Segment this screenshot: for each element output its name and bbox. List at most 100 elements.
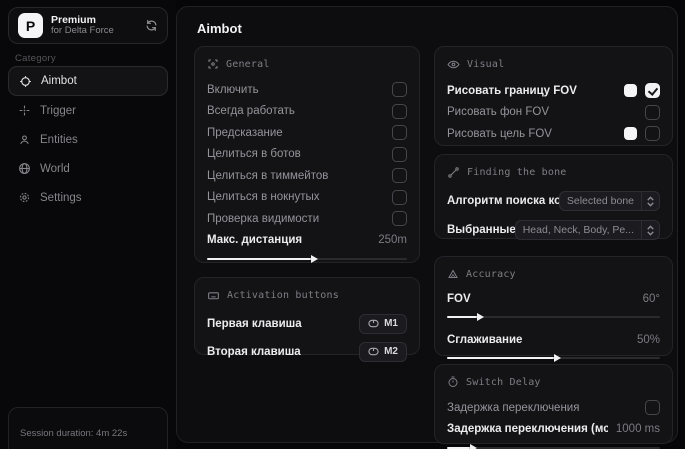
sidebar-item-settings[interactable]: Settings <box>8 183 168 212</box>
checkbox-target-knocked[interactable] <box>392 189 407 205</box>
session-card: Session duration: 4m 22s <box>8 407 168 449</box>
smoothing-slider[interactable] <box>447 353 660 363</box>
sidebar-item-label: Settings <box>40 191 82 204</box>
slider-label: FOV <box>447 293 471 305</box>
stopwatch-icon <box>447 376 459 388</box>
panel-activation-header: Activation buttons <box>207 289 407 302</box>
checkbox-switch-delay[interactable] <box>645 400 660 416</box>
checkbox-prediction[interactable] <box>392 125 407 141</box>
slider-label: Сглаживание <box>447 334 523 346</box>
brand-subtitle: for Delta Force <box>51 25 114 37</box>
select-label: Алгоритм поиска костей <box>447 195 559 207</box>
slider-label: Макс. дистанция <box>207 234 303 247</box>
sidebar-item-entities[interactable]: Entities <box>8 125 168 154</box>
sidebar-item-trigger[interactable]: Trigger <box>8 96 168 125</box>
switch-delay-slider[interactable] <box>447 443 660 449</box>
fov-border-color-swatch[interactable] <box>624 84 637 98</box>
panel-visual-header: Visual <box>447 58 660 71</box>
category-label: Category <box>15 53 56 64</box>
scan-icon <box>207 58 219 70</box>
sidebar-item-label: Entities <box>40 133 78 146</box>
option-label: Проверка видимости <box>207 212 320 225</box>
crosshair-icon <box>19 75 32 88</box>
checkbox-enable[interactable] <box>392 82 407 98</box>
checkbox-visibility-check[interactable] <box>392 211 407 227</box>
panel-general-header: General <box>207 58 407 70</box>
entities-icon <box>18 133 31 146</box>
eye-icon <box>447 58 460 71</box>
chevron-up-down-icon[interactable] <box>642 191 660 211</box>
fov-slider[interactable] <box>447 312 660 322</box>
option-label: Предсказание <box>207 126 283 139</box>
slider-fill[interactable] <box>447 357 554 359</box>
panel-header-label: Activation buttons <box>227 290 339 301</box>
option-label: Включить <box>207 83 259 96</box>
sidebar-nav: Aimbot Trigger Entities World Settings <box>8 66 168 212</box>
trigger-crosshair-icon <box>18 104 31 117</box>
slider-value: 250m <box>378 234 407 247</box>
panel-header-label: Finding the bone <box>467 167 567 178</box>
checkbox-draw-fov-border[interactable] <box>645 83 660 99</box>
select-label: Выбранные кости <box>447 224 515 236</box>
checkbox-draw-fov-target[interactable] <box>645 126 660 142</box>
slider-value: 1000 ms <box>615 423 660 436</box>
panel-accuracy-header: Accuracy <box>447 268 660 280</box>
option-label: Задержка переключения <box>447 401 580 414</box>
fov-target-color-swatch[interactable] <box>624 127 637 141</box>
sidebar-item-aimbot[interactable]: Aimbot <box>8 66 168 96</box>
gear-icon <box>18 191 31 204</box>
app-window: P Premium for Delta Force Category Aimbo… <box>0 0 685 449</box>
sidebar-item-label: Trigger <box>40 104 76 117</box>
sidebar-item-world[interactable]: World <box>8 154 168 183</box>
keyboard-icon <box>207 289 220 302</box>
slider-label: Задержка переключения (мс) <box>447 423 608 436</box>
keybind-button-m2[interactable]: M2 <box>359 341 407 362</box>
sidebar-item-label: Aimbot <box>41 75 77 87</box>
panel-general: General Включить Всегда работать Предска… <box>194 46 420 263</box>
triangle-ruler-icon <box>447 268 459 280</box>
option-label: Рисовать границу FOV <box>447 84 577 97</box>
slider-fill[interactable] <box>207 258 311 260</box>
panel-switch-delay: Switch Delay Задержка переключения Задер… <box>434 364 673 449</box>
checkbox-draw-fov-background[interactable] <box>645 104 660 120</box>
bone-algorithm-select[interactable]: Selected bone <box>558 191 660 211</box>
selected-bones-select[interactable]: Head, Neck, Body, Pe... <box>514 220 660 240</box>
mouse-icon <box>368 319 379 328</box>
slider-value: 60° <box>642 293 660 305</box>
main-content: Aimbot General Включить Всегда работать … <box>176 6 678 449</box>
sidebar-item-label: World <box>40 162 70 175</box>
refresh-icon[interactable] <box>145 19 158 32</box>
panel-activation-buttons: Activation buttons Первая клавиша M1 Вто… <box>194 277 420 362</box>
panel-bone-header: Finding the bone <box>447 166 660 179</box>
option-label: Целиться в тиммейтов <box>207 169 329 182</box>
checkbox-always-work[interactable] <box>392 103 407 119</box>
sidebar: P Premium for Delta Force Category Aimbo… <box>0 0 176 449</box>
chevron-up-down-icon[interactable] <box>642 220 660 240</box>
panel-switch-delay-header: Switch Delay <box>447 376 660 388</box>
premium-logo: P <box>18 13 43 38</box>
keybind-value: M2 <box>384 346 398 357</box>
panel-accuracy: Accuracy FOV 60° Сглаживание 50% <box>434 256 673 359</box>
checkbox-target-bots[interactable] <box>392 146 407 162</box>
keybind-label: Вторая клавиша <box>207 345 301 358</box>
page-title: Aimbot <box>197 21 242 36</box>
panel-visual: Visual Рисовать границу FOV Рисовать фон… <box>434 46 673 146</box>
slider-value: 50% <box>636 334 660 346</box>
keybind-button-m1[interactable]: M1 <box>359 313 407 334</box>
panel-header-label: General <box>226 58 270 70</box>
panel-header-label: Switch Delay <box>466 376 541 388</box>
option-label: Рисовать цель FOV <box>447 127 552 140</box>
panel-header-label: Visual <box>467 59 505 70</box>
slider-fill[interactable] <box>447 316 477 318</box>
option-label: Всегда работать <box>207 105 295 118</box>
brand-text: Premium for Delta Force <box>51 14 137 37</box>
max-distance-slider[interactable] <box>207 254 407 264</box>
panel-finding-the-bone: Finding the bone Алгоритм поиска костей … <box>434 154 673 240</box>
option-label: Рисовать фон FOV <box>447 106 549 119</box>
panel-header-label: Accuracy <box>466 268 516 280</box>
option-label: Целиться в нокнутых <box>207 191 320 204</box>
checkbox-target-teammates[interactable] <box>392 168 407 184</box>
globe-icon <box>18 162 31 175</box>
bone-icon <box>447 166 460 179</box>
keybind-value: M1 <box>384 318 398 329</box>
